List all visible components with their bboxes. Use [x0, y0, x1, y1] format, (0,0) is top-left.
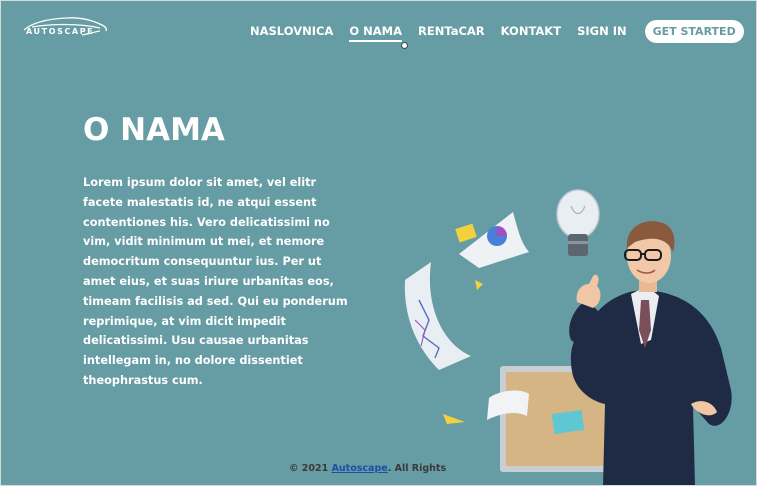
page-title: O NAMA: [83, 112, 225, 148]
nav-o-nama[interactable]: O NAMA: [349, 24, 408, 49]
footer-prefix: © 2021: [289, 463, 332, 474]
chart-paper-icon: [404, 262, 471, 370]
footer-copyright: © 2021 Autoscape. All Rights: [289, 463, 446, 474]
brand-logo[interactable]: AUTOSCAPE: [22, 14, 108, 40]
pin-icon: [475, 280, 483, 290]
nav-rentacar[interactable]: RENTaCAR: [418, 24, 485, 38]
paper-plane-icon: [443, 414, 465, 424]
nav-sign-in[interactable]: SIGN IN: [577, 24, 627, 38]
nav-naslovnica[interactable]: NASLOVNICA: [250, 24, 333, 38]
light-bulb-icon: [556, 189, 600, 256]
nav-o-nama-label: O NAMA: [349, 24, 402, 38]
get-started-button[interactable]: GET STARTED: [644, 19, 744, 43]
mouse-cursor-icon: [401, 42, 408, 49]
main-nav: NASLOVNICA O NAMA RENTaCAR KONTAKT SIGN …: [250, 0, 744, 62]
pie-chart-paper-icon: [455, 212, 529, 268]
footer-brand-link[interactable]: Autoscape: [332, 463, 388, 474]
about-paragraph: Lorem ipsum dolor sit amet, vel elitr fa…: [83, 176, 348, 387]
logo-text: AUTOSCAPE: [26, 27, 95, 36]
footer-suffix: . All Rights: [387, 463, 447, 474]
nav-kontakt[interactable]: KONTAKT: [501, 24, 561, 38]
businessman-illustration: [395, 180, 757, 486]
